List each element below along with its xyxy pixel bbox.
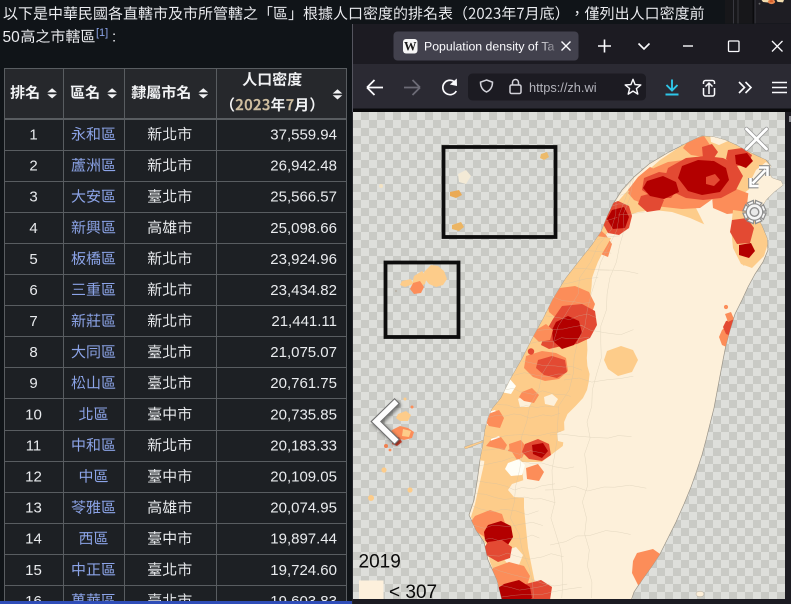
svg-text:W: W (404, 40, 417, 54)
svg-text:Population density of Ta: Population density of Ta (424, 40, 555, 54)
svg-text:https://zh.wi: https://zh.wi (529, 80, 597, 95)
